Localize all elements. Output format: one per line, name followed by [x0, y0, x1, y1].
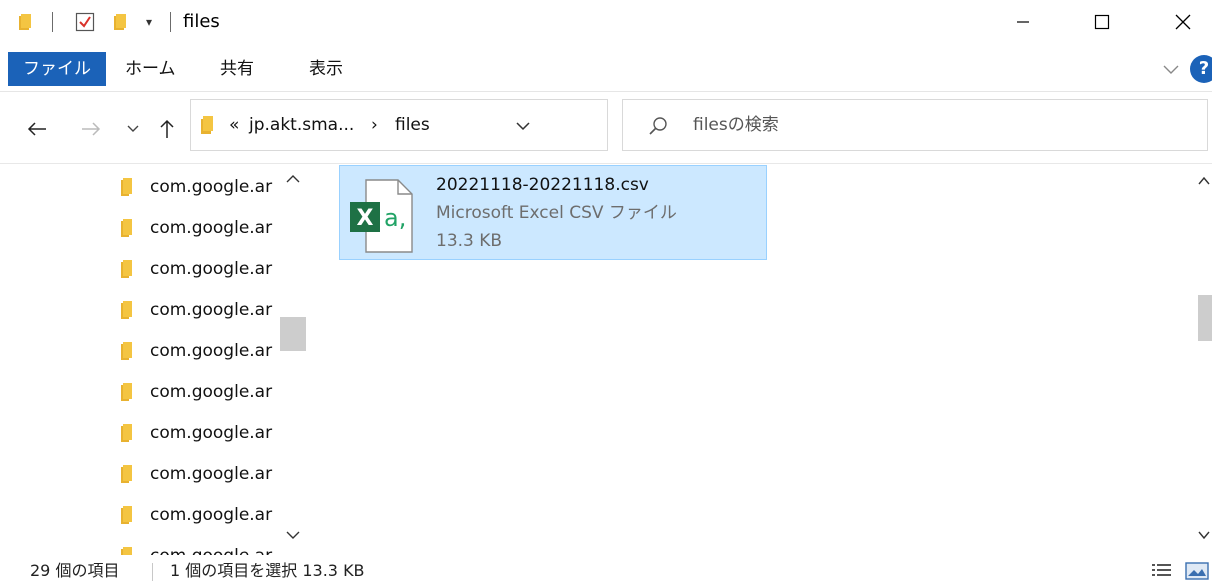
minimize-icon — [1017, 21, 1029, 23]
navigation-row: « jp.akt.sma... › files filesの検索 — [0, 92, 1212, 164]
item-count: 29 個の項目 — [30, 561, 120, 580]
scroll-down-icon[interactable] — [284, 527, 302, 543]
tree-item[interactable]: com.google.ar — [0, 249, 280, 290]
breadcrumb-overflow[interactable]: « — [229, 114, 239, 136]
folder-icon — [17, 12, 37, 32]
forward-arrow-icon — [82, 122, 101, 136]
scrollbar-thumb[interactable] — [280, 317, 306, 351]
folder-icon — [120, 423, 136, 443]
folder-icon — [120, 505, 136, 525]
scroll-up-icon[interactable] — [1196, 173, 1212, 189]
ribbon-tabs: ファイル ホーム 共有 表示 ? — [0, 44, 1212, 92]
tree-item-label: com.google.ar — [150, 423, 273, 443]
forward-button[interactable] — [76, 114, 106, 144]
navigation-pane: com.google.ar com.google.ar com.google.a… — [0, 165, 308, 555]
close-button[interactable] — [1160, 0, 1206, 44]
back-arrow-icon — [27, 122, 46, 136]
navigation-scrollbar[interactable] — [280, 165, 306, 555]
folder-icon — [120, 546, 136, 555]
tree-item[interactable]: com.google.ar — [0, 413, 280, 454]
toolbar-separator — [52, 12, 53, 32]
folder-icon — [120, 259, 136, 279]
tree-item-label: com.google.ar — [150, 259, 273, 279]
tree-item-label: com.google.ar — [150, 341, 273, 361]
breadcrumb-separator[interactable]: › — [371, 114, 378, 136]
window-title: files — [183, 11, 220, 32]
content-scrollbar[interactable] — [1196, 165, 1212, 555]
tab-view[interactable]: 表示 — [309, 52, 343, 86]
file-item[interactable]: X a, 20221118-20221118.csv Microsoft Exc… — [339, 165, 767, 260]
file-size: 13.3 KB — [436, 231, 503, 251]
toolbar-separator — [170, 12, 171, 32]
chevron-down-icon — [127, 125, 139, 132]
tree-item-label: com.google.ar — [150, 464, 273, 484]
file-list: X a, 20221118-20221118.csv Microsoft Exc… — [308, 165, 1196, 555]
folder-icon — [120, 218, 136, 238]
tree-item[interactable]: com.google.ar — [0, 208, 280, 249]
tree-item[interactable]: com.google.ar — [0, 372, 280, 413]
breadcrumb-segment[interactable]: files — [395, 114, 430, 136]
expand-ribbon-chevron-icon[interactable] — [1160, 58, 1182, 80]
tree-item-label: com.google.ar — [150, 177, 273, 197]
status-bar: 29 個の項目 1 個の項目を選択 13.3 KB — [0, 555, 1212, 585]
recent-locations-button[interactable] — [118, 114, 148, 144]
file-type: Microsoft Excel CSV ファイル — [436, 203, 677, 223]
folder-icon — [120, 464, 136, 484]
selection-info: 1 個の項目を選択 13.3 KB — [170, 561, 365, 580]
help-icon[interactable]: ? — [1190, 55, 1212, 83]
maximize-icon — [1094, 14, 1110, 30]
minimize-button[interactable] — [1000, 0, 1046, 44]
svg-text:a,: a, — [384, 204, 406, 232]
folder-icon — [120, 382, 136, 402]
up-arrow-icon — [160, 119, 174, 138]
scroll-down-icon[interactable] — [1196, 527, 1212, 543]
close-icon — [1175, 14, 1191, 30]
scroll-up-icon[interactable] — [284, 171, 302, 187]
title-bar: ▾ files — [0, 0, 1212, 44]
tree-item[interactable]: com.google.ar — [0, 454, 280, 495]
folder-icon — [120, 177, 136, 197]
properties-check-icon[interactable] — [75, 12, 95, 32]
tab-file[interactable]: ファイル — [8, 52, 106, 86]
search-icon — [647, 115, 669, 137]
new-folder-icon[interactable] — [112, 12, 132, 32]
tab-home[interactable]: ホーム — [125, 52, 176, 86]
search-input[interactable]: filesの検索 — [622, 99, 1208, 151]
tree-item-label: com.google.ar — [150, 382, 273, 402]
up-button[interactable] — [152, 114, 182, 144]
breadcrumb-segment[interactable]: jp.akt.sma... — [249, 114, 354, 136]
tree-item[interactable]: com.google.ar — [0, 536, 280, 555]
scrollbar-thumb[interactable] — [1198, 295, 1212, 341]
large-icons-view-icon[interactable] — [1184, 561, 1210, 581]
customize-toolbar-dropdown[interactable]: ▾ — [142, 14, 156, 30]
folder-icon — [120, 300, 136, 320]
tab-share[interactable]: 共有 — [220, 52, 254, 86]
folder-icon — [120, 341, 136, 361]
file-name: 20221118-20221118.csv — [436, 175, 649, 195]
tree-item[interactable]: com.google.ar — [0, 167, 280, 208]
folder-icon — [199, 115, 219, 135]
tree-item[interactable]: com.google.ar — [0, 495, 280, 536]
svg-text:X: X — [357, 206, 374, 231]
tree-item-label: com.google.ar — [150, 505, 273, 525]
maximize-button[interactable] — [1079, 0, 1125, 44]
tree-item-label: com.google.ar — [150, 300, 273, 320]
tree-item-label: com.google.ar — [150, 218, 273, 238]
details-view-icon[interactable] — [1150, 561, 1174, 581]
tree-item[interactable]: com.google.ar — [0, 331, 280, 372]
tree-item-label: com.google.ar — [150, 545, 280, 555]
address-history-chevron-icon[interactable] — [513, 116, 533, 136]
address-bar[interactable]: « jp.akt.sma... › files — [190, 99, 776, 151]
back-button[interactable] — [22, 114, 52, 144]
status-separator — [152, 563, 153, 581]
tree-item[interactable]: com.google.ar — [0, 290, 280, 331]
search-placeholder: filesの検索 — [693, 115, 779, 135]
excel-csv-icon: X a, — [348, 174, 420, 254]
